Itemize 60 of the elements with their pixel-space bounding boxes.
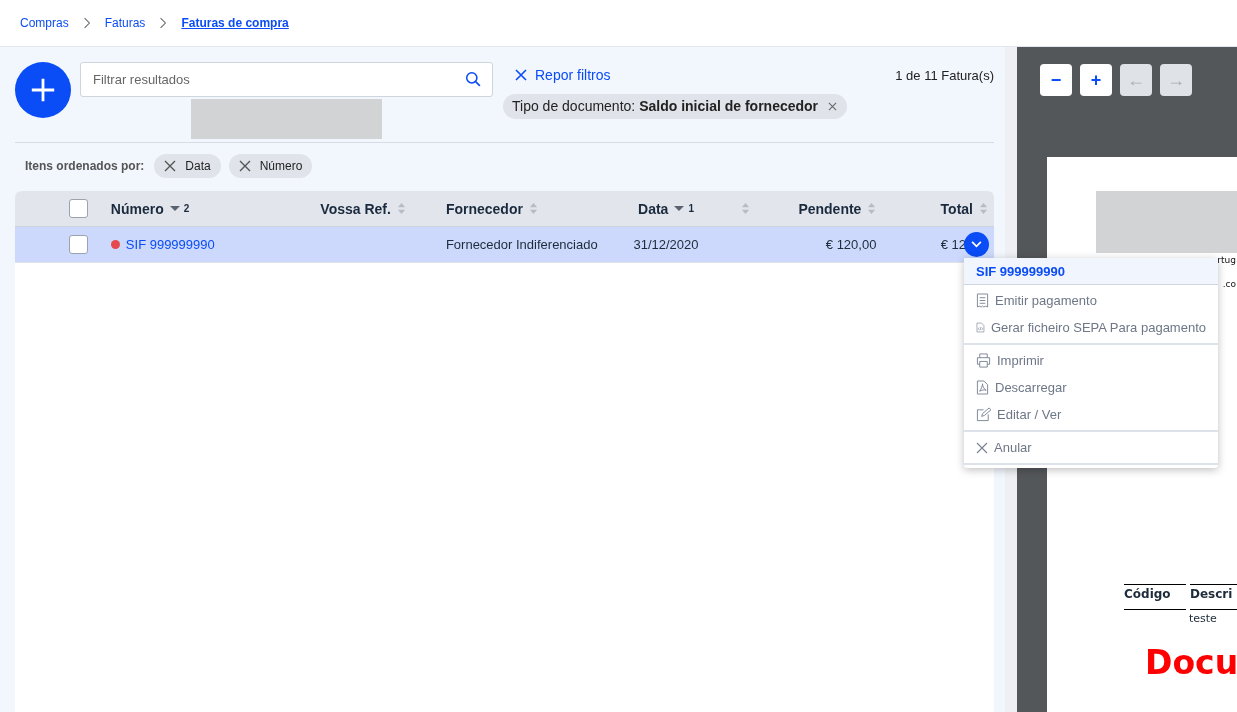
viewer-button[interactable]: + (1080, 64, 1112, 96)
close-icon (515, 69, 527, 81)
result-count: 1 de 11 Fatura(s) (895, 68, 994, 83)
code-file-icon (976, 320, 985, 335)
document-table-header: Descri (1190, 584, 1237, 610)
column-header[interactable]: Número (110, 200, 164, 217)
document-table-header: Código (1124, 584, 1186, 610)
filter-label: Tipo de documento: Saldo inicial de fornecedor (512, 98, 819, 114)
sort-order: 2 (183, 203, 190, 214)
edit-icon (976, 407, 991, 422)
menu-item[interactable]: Imprimir (964, 347, 1218, 374)
receipt-icon (976, 293, 989, 308)
close-icon (976, 441, 988, 454)
select-all-checkbox[interactable] (69, 199, 89, 218)
add-button[interactable] (15, 62, 71, 118)
menu-title: SIF 999999990 (964, 258, 1218, 285)
printer-icon (976, 353, 991, 368)
sort-chip-label: Número (259, 159, 303, 173)
menu-item[interactable]: Editar / Ver (964, 401, 1218, 428)
table-cell: € 120,00 (825, 237, 877, 252)
document-text: rtug (1217, 254, 1236, 266)
table-cell: Fornecedor Indiferenciado (445, 237, 598, 252)
sort-descending-icon[interactable] (169, 205, 180, 212)
breadcrumb-link[interactable]: Compras (20, 16, 69, 30)
sort-chip-label: Data (185, 159, 211, 173)
column-header[interactable]: Vossa Ref. (320, 200, 391, 217)
row-checkbox[interactable] (69, 235, 89, 254)
document-text: .co (1222, 278, 1236, 290)
menu-item[interactable]: Anular (964, 434, 1218, 461)
document-watermark: Docu (1145, 643, 1237, 682)
chevron-down-icon (971, 241, 982, 248)
menu-item[interactable]: Gerar ficheiro SEPA Para pagamento (964, 314, 1218, 341)
chevron-right-icon (159, 17, 168, 29)
search-icon (465, 71, 482, 88)
menu-item[interactable]: Descarregar (964, 374, 1218, 401)
table-row[interactable]: SIF 999999990 Fornecedor Indiferenciado 31/12/2020 € 120,00 € 12 (15, 227, 994, 263)
search-input[interactable]: Filtrar resultados (91, 71, 465, 88)
chevron-right-icon (82, 17, 91, 29)
pdf-file-icon (976, 380, 989, 395)
close-icon[interactable] (828, 101, 838, 111)
close-icon[interactable] (238, 160, 251, 172)
column-header[interactable]: Data (638, 200, 669, 217)
viewer-button[interactable]: − (1040, 64, 1072, 96)
search-field[interactable]: Filtrar resultados (80, 62, 493, 97)
sort-order: 1 (688, 203, 694, 214)
close-icon[interactable] (164, 160, 177, 172)
breadcrumb-link[interactable]: Faturas de compra (181, 16, 289, 30)
sort-label: Itens ordenados por: (25, 159, 145, 173)
column-header[interactable]: Pendente (798, 200, 862, 217)
sort-descending-icon[interactable] (674, 205, 685, 212)
table-cell: 31/12/2020 (633, 237, 699, 252)
document-text: teste (1189, 612, 1218, 625)
reset-filters-link[interactable]: Repor filtros (503, 65, 611, 85)
column-header[interactable]: Total (940, 200, 973, 217)
breadcrumb-link[interactable]: Faturas (104, 16, 146, 30)
column-header[interactable]: Fornecedor (445, 200, 523, 217)
table-cell: € 12 (940, 237, 966, 252)
plus-icon (29, 76, 57, 104)
invoice-link[interactable]: SIF 999999990 (125, 237, 215, 252)
menu-item[interactable]: Emitir pagamento (964, 287, 1218, 314)
